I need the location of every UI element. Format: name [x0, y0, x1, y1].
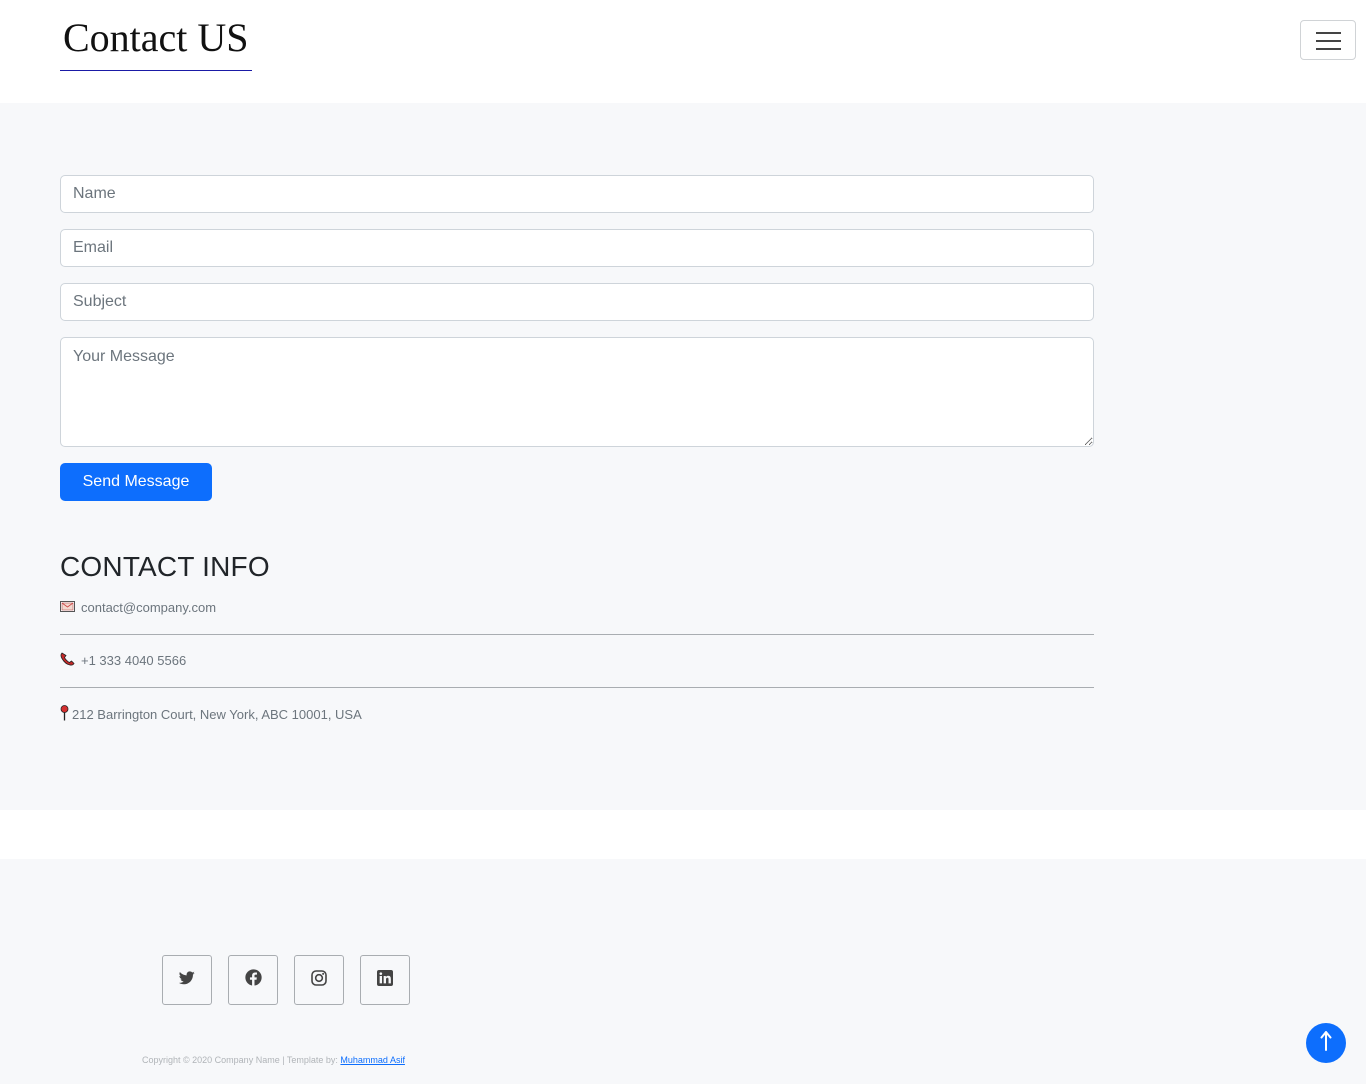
facebook-icon	[244, 969, 262, 991]
contact-info-title: CONTACT INFO	[60, 551, 270, 582]
instagram-link[interactable]	[294, 955, 344, 1005]
linkedin-icon	[377, 969, 393, 991]
message-textarea[interactable]	[60, 337, 1094, 447]
navbar-toggler-button[interactable]	[1300, 20, 1356, 60]
back-to-top-button[interactable]	[1306, 1023, 1346, 1063]
pushpin-icon	[60, 705, 69, 724]
instagram-icon	[311, 969, 327, 991]
contact-section: Send Message CONTACT INFO contact@compan…	[0, 103, 1366, 810]
twitter-icon	[178, 970, 195, 990]
send-message-button[interactable]: Send Message	[60, 463, 212, 501]
section-spacer	[0, 810, 1366, 859]
contact-address: 212 Barrington Court, New York, ABC 1000…	[72, 707, 362, 722]
author-link[interactable]: Muhammad Asif	[340, 1055, 405, 1065]
contact-email-row: contact@company.com	[60, 600, 1094, 615]
phone-icon	[60, 652, 75, 669]
contact-address-row: 212 Barrington Court, New York, ABC 1000…	[60, 705, 1094, 724]
contact-phone-row: +1 333 4040 5566	[60, 652, 1094, 669]
envelope-icon	[60, 600, 75, 615]
header: Contact US	[0, 0, 1366, 103]
arrow-up-icon	[1320, 1030, 1332, 1056]
subject-input[interactable]	[60, 283, 1094, 321]
brand[interactable]: Contact US	[60, 10, 252, 71]
copyright: Copyright © 2020 Company Name | Template…	[142, 1055, 405, 1065]
hamburger-icon-bar	[1316, 40, 1341, 42]
contact-email[interactable]: contact@company.com	[81, 600, 216, 615]
hamburger-icon-bar	[1316, 48, 1341, 50]
contact-phone[interactable]: +1 333 4040 5566	[81, 653, 186, 668]
linkedin-link[interactable]	[360, 955, 410, 1005]
footer: Copyright © 2020 Company Name | Template…	[0, 859, 1366, 1084]
divider	[60, 687, 1094, 688]
divider	[60, 634, 1094, 635]
facebook-link[interactable]	[228, 955, 278, 1005]
email-input[interactable]	[60, 229, 1094, 267]
brand-title[interactable]: Contact US	[63, 14, 249, 61]
copyright-text: Copyright © 2020 Company Name | Template…	[142, 1055, 338, 1065]
twitter-link[interactable]	[162, 955, 212, 1005]
name-input[interactable]	[60, 175, 1094, 213]
hamburger-icon	[1316, 32, 1341, 34]
